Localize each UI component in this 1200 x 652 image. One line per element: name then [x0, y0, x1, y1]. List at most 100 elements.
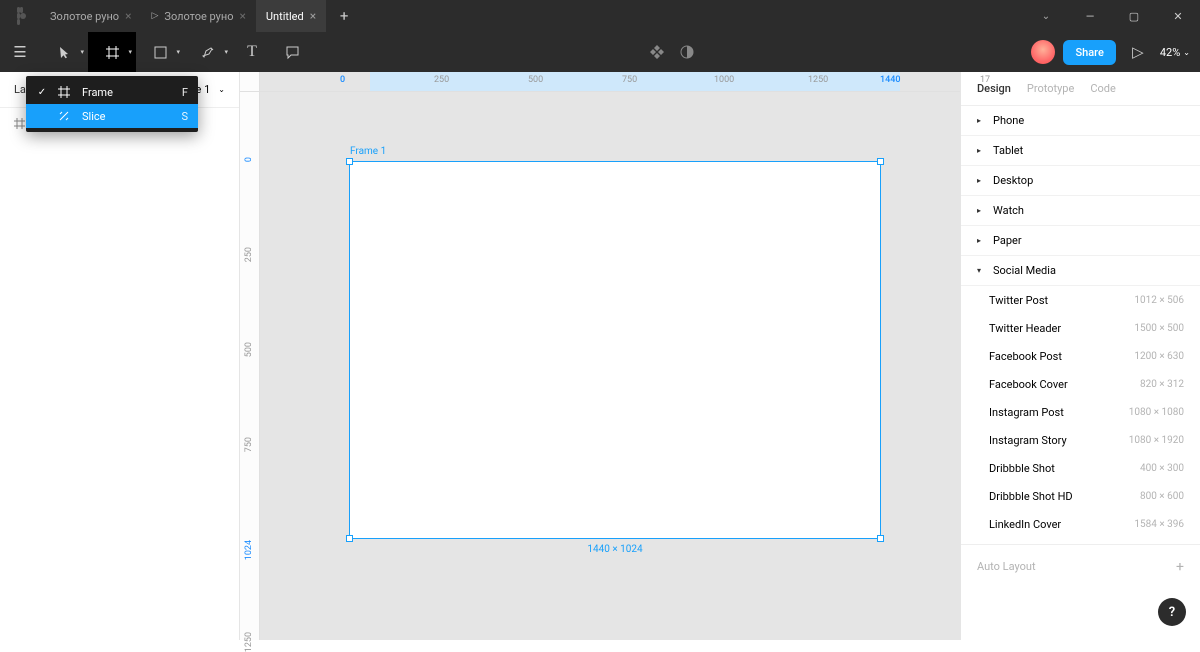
hamburger-icon: ☰ — [13, 43, 26, 61]
preset-dim: 800 × 600 — [1140, 491, 1184, 502]
resize-handle-sw[interactable] — [346, 535, 353, 542]
pen-icon — [201, 45, 216, 60]
chevron-right-icon: ▸ — [977, 236, 985, 245]
preset-twitter-header[interactable]: Twitter Header1500 × 500 — [961, 314, 1200, 342]
preset-name: Instagram Story — [989, 434, 1067, 447]
frame-label[interactable]: Frame 1 — [350, 146, 386, 157]
close-icon: ✕ — [1173, 10, 1182, 23]
dropdown-shortcut: F — [182, 86, 188, 99]
tab-code[interactable]: Code — [1090, 82, 1115, 95]
plus-icon[interactable]: + — [1176, 559, 1184, 575]
dropdown-label: Frame — [82, 86, 113, 99]
file-tab-1[interactable]: ▷ Золотое руно × — [141, 0, 255, 32]
auto-layout-label: Auto Layout — [977, 560, 1036, 573]
share-button[interactable]: Share — [1063, 40, 1115, 65]
plus-icon: + — [340, 7, 349, 25]
section-watch[interactable]: ▸ Watch — [961, 196, 1200, 226]
chevron-right-icon: ▸ — [977, 116, 985, 125]
frame-tool-dropdown: ✓ Frame F Slice S — [26, 76, 198, 132]
preset-dim: 1012 × 506 — [1134, 295, 1184, 306]
minimize-icon: — — [1086, 10, 1095, 23]
close-icon[interactable]: × — [239, 9, 245, 23]
preset-facebook-cover[interactable]: Facebook Cover820 × 312 — [961, 370, 1200, 398]
ruler-horizontal[interactable] — [260, 72, 960, 92]
section-social-media[interactable]: ▾ Social Media — [961, 256, 1200, 286]
file-tab-2[interactable]: Untitled × — [256, 0, 326, 32]
close-icon[interactable]: × — [310, 9, 316, 23]
resize-handle-se[interactable] — [877, 535, 884, 542]
resize-handle-nw[interactable] — [346, 158, 353, 165]
move-tool[interactable]: ▾ — [40, 32, 88, 72]
dropdown-item-slice[interactable]: Slice S — [26, 104, 198, 128]
dropdown-label: Slice — [82, 110, 105, 123]
section-label: Social Media — [993, 264, 1056, 277]
auto-layout-section[interactable]: Auto Layout + — [961, 544, 1200, 588]
user-avatar[interactable] — [1031, 40, 1055, 64]
rectangle-icon — [154, 46, 167, 59]
new-tab-button[interactable]: + — [326, 0, 362, 32]
help-icon: ? — [1169, 605, 1175, 620]
preset-dim: 1584 × 396 — [1134, 519, 1184, 530]
maximize-icon: ▢ — [1129, 10, 1139, 23]
comment-tool[interactable] — [272, 32, 312, 72]
section-tablet[interactable]: ▸Tablet — [961, 136, 1200, 166]
chevron-right-icon: ▸ — [977, 176, 985, 185]
preset-dribbble-shot-hd[interactable]: Dribbble Shot HD 800 × 600 — [961, 482, 1200, 510]
section-paper[interactable]: ▸ Paper — [961, 226, 1200, 256]
chevron-down-icon: ⌄ — [1183, 48, 1190, 57]
preset-twitter-post[interactable]: Twitter Post1012 × 506 — [961, 286, 1200, 314]
chevron-down-icon: ▾ — [128, 48, 132, 56]
preset-facebook-post[interactable]: Facebook Post1200 × 630 — [961, 342, 1200, 370]
section-label: Watch — [993, 204, 1024, 217]
text-tool[interactable]: T — [232, 32, 272, 72]
section-label: Tablet — [993, 144, 1023, 157]
tabs-overflow-button[interactable]: ⌄ — [1024, 11, 1068, 22]
preset-name: Instagram Post — [989, 406, 1064, 419]
check-icon: ✓ — [36, 87, 48, 98]
window-maximize[interactable]: ▢ — [1112, 0, 1156, 32]
window-minimize[interactable]: — — [1068, 0, 1112, 32]
window-controls: ⌄ — ▢ ✕ — [1024, 0, 1200, 32]
play-icon: ▷ — [1132, 43, 1144, 61]
preset-linkedin-cover[interactable]: LinkedIn Cover1584 × 396 — [961, 510, 1200, 538]
chevron-down-icon: ▾ — [176, 48, 180, 56]
zoom-control[interactable]: 42%⌄ — [1160, 46, 1190, 59]
tab-prototype[interactable]: Prototype — [1027, 82, 1074, 95]
figma-logo[interactable] — [0, 0, 40, 32]
tab-label: Золотое руно — [164, 10, 233, 23]
frame-tool[interactable]: ▾ — [88, 32, 136, 72]
component-icon[interactable] — [649, 44, 665, 60]
window-close[interactable]: ✕ — [1156, 0, 1200, 32]
main-toolbar: ☰ ▾ ▾ ▾ ▾ T Share ▷ 42%⌄ — [0, 32, 1200, 72]
preset-instagram-story[interactable]: Instagram Story1080 × 1920 — [961, 426, 1200, 454]
preset-name: Facebook Cover — [989, 378, 1068, 391]
section-phone[interactable]: ▸Phone — [961, 106, 1200, 136]
chevron-down-icon: ▾ — [224, 48, 228, 56]
canvas[interactable]: Frame 1 1440 × 1024 — [240, 72, 960, 640]
frame-icon — [105, 45, 120, 60]
section-label: Paper — [993, 234, 1022, 247]
chevron-right-icon: ▸ — [977, 206, 985, 215]
frame-icon — [58, 86, 72, 98]
dropdown-item-frame[interactable]: ✓ Frame F — [26, 80, 198, 104]
present-button[interactable]: ▷ — [1124, 43, 1152, 61]
window-tabstrip: Золотое руно × ▷ Золотое руно × Untitled… — [0, 0, 1200, 32]
mask-icon[interactable] — [679, 44, 695, 60]
pen-tool[interactable]: ▾ — [184, 32, 232, 72]
chevron-down-icon: ⌄ — [1042, 11, 1050, 22]
design-panel: Design Prototype Code ▸Phone▸Tablet▸Desk… — [960, 72, 1200, 640]
preset-instagram-post[interactable]: Instagram Post1080 × 1080 — [961, 398, 1200, 426]
zoom-value: 42% — [1160, 46, 1180, 59]
section-desktop[interactable]: ▸ Desktop — [961, 166, 1200, 196]
file-tab-0[interactable]: Золотое руно × — [40, 0, 141, 32]
preset-name: Dribbble Shot HD — [989, 490, 1073, 503]
section-label: Desktop — [993, 174, 1033, 187]
main-menu-button[interactable]: ☰ — [0, 32, 40, 72]
preset-name: Twitter Header — [989, 322, 1061, 335]
frame-1[interactable]: Frame 1 1440 × 1024 — [350, 162, 880, 538]
close-icon[interactable]: × — [125, 9, 131, 23]
preset-dribbble-shot[interactable]: Dribbble Shot400 × 300 — [961, 454, 1200, 482]
shape-tool[interactable]: ▾ — [136, 32, 184, 72]
resize-handle-ne[interactable] — [877, 158, 884, 165]
help-button[interactable]: ? — [1158, 598, 1186, 626]
